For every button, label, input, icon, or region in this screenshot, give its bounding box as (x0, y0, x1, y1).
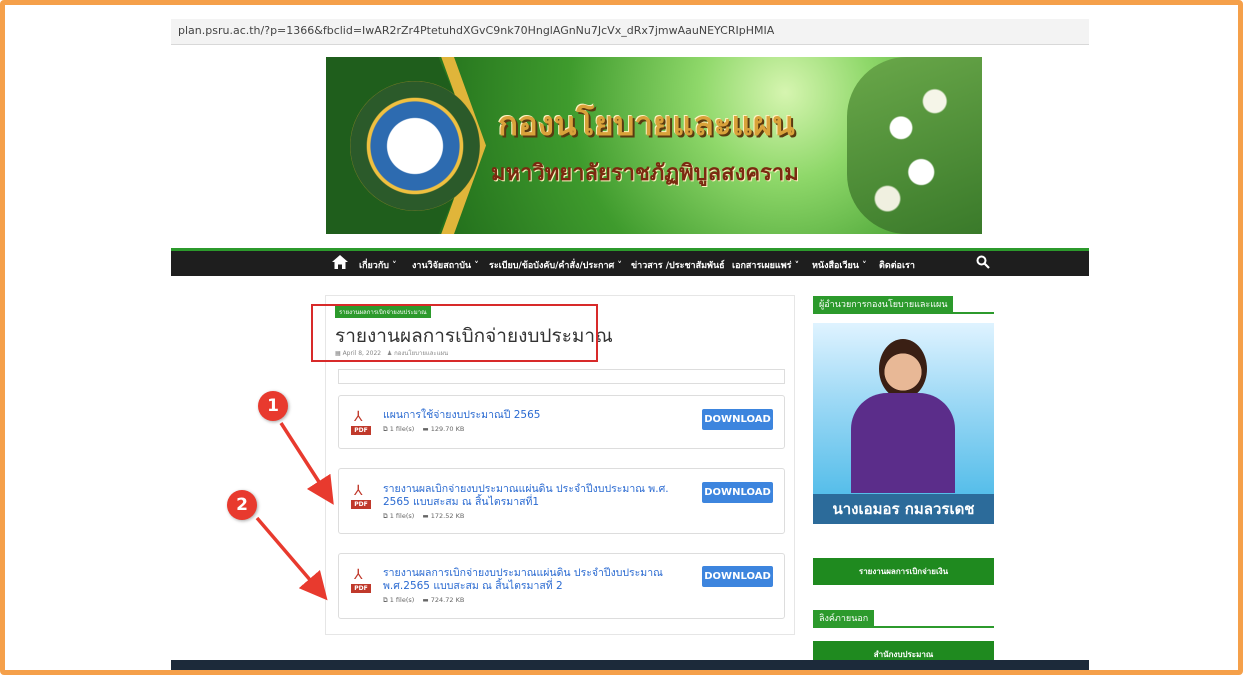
files-icon: ⧉ (383, 512, 390, 520)
hdd-icon: ▬ (422, 512, 431, 520)
nav-item-about[interactable]: เกี่ยวกับ ˅ (359, 258, 397, 272)
site-banner[interactable]: กองนโยบายและแผน มหาวิทยาลัยราชภัฏพิบูลสง… (326, 57, 982, 234)
home-icon[interactable] (332, 255, 348, 269)
nav-item-news[interactable]: ข่าวสาร /ประชาสัมพันธ์ (631, 258, 725, 272)
search-icon[interactable] (976, 255, 990, 269)
nav-item-regulations[interactable]: ระเบียบ/ข้อบังคับ/คำสั่ง/ประกาศ ˅ (489, 258, 622, 272)
screenshot-frame: plan.psru.ac.th/?p=1366&fbclid=IwAR2rZr4… (0, 0, 1243, 675)
download-title[interactable]: แผนการใช้จ่ายงบประมาณปี 2565 (383, 409, 698, 422)
arrow-2 (255, 516, 328, 601)
download-meta: ⧉ 1 file(s) ▬ 129.70 KB (383, 425, 465, 433)
nav-item-circulars[interactable]: หนังสือเวียน ˅ (812, 258, 867, 272)
download-button[interactable]: DOWNLOAD (702, 409, 773, 430)
hdd-icon: ▬ (422, 425, 431, 433)
title-highlight-box (311, 304, 598, 362)
pdf-icon: ⅄ PDF (351, 483, 371, 509)
person-head (879, 339, 927, 399)
flowers-image (847, 57, 982, 234)
download-meta: ⧉ 1 file(s) ▬ 172.52 KB (383, 512, 465, 520)
taskbar (171, 660, 1089, 670)
nav-item-research[interactable]: งานวิจัยสถาบัน ˅ (412, 258, 479, 272)
annotation-number: 2 (227, 490, 257, 520)
director-photo[interactable]: นางเอมอร กมลวรเดช (813, 323, 994, 524)
annotation-number: 1 (258, 391, 288, 421)
download-item: ⅄ PDF รายงานผลการเบิกจ่ายงบประมาณแผ่นดิน … (338, 553, 785, 619)
address-bar[interactable]: plan.psru.ac.th/?p=1366&fbclid=IwAR2rZr4… (171, 19, 1089, 45)
report-button[interactable]: รายงานผลการเบิกจ่ายเงิน (813, 558, 994, 585)
links-heading: ลิงค์ภายนอก (813, 610, 994, 628)
download-button[interactable]: DOWNLOAD (702, 482, 773, 503)
download-title[interactable]: รายงานผลการเบิกจ่ายงบประมาณแผ่นดิน ประจำ… (383, 567, 698, 593)
download-item: ⅄ PDF แผนการใช้จ่ายงบประมาณปี 2565 ⧉ 1 fi… (338, 395, 785, 449)
download-meta: ⧉ 1 file(s) ▬ 724.72 KB (383, 596, 465, 604)
download-button[interactable]: DOWNLOAD (702, 566, 773, 587)
nav-item-documents[interactable]: เอกสารเผยแพร่ ˅ (732, 258, 799, 272)
pdf-icon: ⅄ PDF (351, 567, 371, 593)
director-name: นางเอมอร กมลวรเดช (813, 494, 994, 524)
empty-box (338, 369, 785, 384)
university-seal-icon (350, 81, 480, 211)
sidebar-heading: ผู้อำนวยการกองนโยบายและแผน (813, 296, 994, 314)
download-item: ⅄ PDF รายงานผลเบิกจ่ายงบประมาณแผ่นดิน ประ… (338, 468, 785, 534)
files-icon: ⧉ (383, 425, 390, 433)
banner-title: กองนโยบายและแผน (498, 104, 795, 143)
url-text[interactable]: plan.psru.ac.th/?p=1366&fbclid=IwAR2rZr4… (178, 24, 774, 37)
download-title[interactable]: รายงานผลเบิกจ่ายงบประมาณแผ่นดิน ประจำปีง… (383, 483, 698, 509)
hdd-icon: ▬ (422, 596, 431, 604)
files-icon: ⧉ (383, 596, 390, 604)
banner-subtitle: มหาวิทยาลัยราชภัฏพิบูลสงคราม (491, 160, 799, 186)
arrow-1 (279, 422, 334, 505)
main-navigation: เกี่ยวกับ ˅ งานวิจัยสถาบัน ˅ ระเบียบ/ข้อ… (171, 248, 1089, 276)
nav-item-contact[interactable]: ติดต่อเรา (879, 258, 915, 272)
pdf-icon: ⅄ PDF (351, 409, 371, 435)
person-body (851, 393, 955, 493)
